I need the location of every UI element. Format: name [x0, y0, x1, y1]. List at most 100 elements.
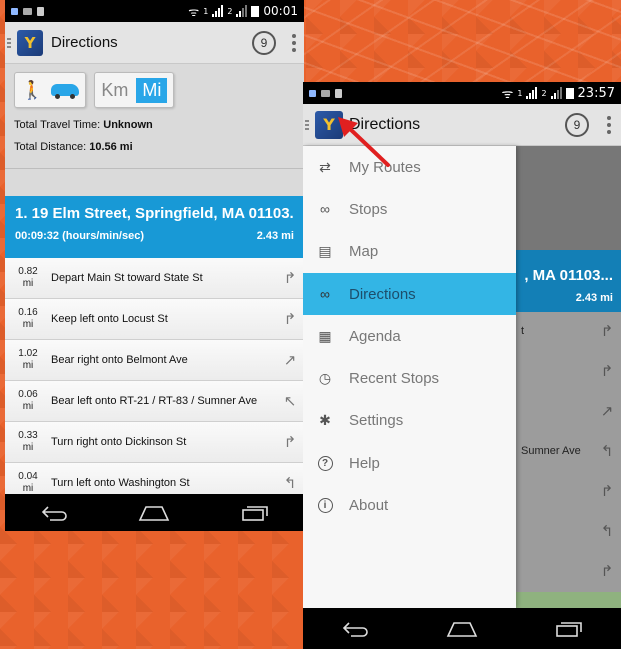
- app-logo-icon[interactable]: Y: [17, 29, 43, 56]
- walk-icon[interactable]: 🚶: [21, 80, 43, 101]
- travel-time-value: Unknown: [103, 119, 153, 131]
- route-distance: 2.43 mi: [256, 230, 294, 242]
- directions-icon: ∞: [320, 286, 330, 303]
- menu-item-label: Settings: [349, 412, 404, 430]
- stops-count-badge[interactable]: 9: [565, 112, 589, 137]
- page-title: Directions: [51, 34, 118, 51]
- status-bar: ᯤ 1 2 23:57: [303, 82, 621, 104]
- turn-arrow-icon: ↖: [283, 393, 297, 410]
- step-distance: 0.33 mi: [18, 430, 38, 453]
- menu-item-label: Stops: [349, 200, 388, 218]
- wifi-icon: ᯤ: [501, 87, 514, 102]
- distance-value: 10.56 mi: [89, 141, 133, 153]
- travel-mode-toggle[interactable]: 🚶: [14, 72, 87, 108]
- notification-icon: [309, 89, 316, 97]
- agenda-icon: ▦: [318, 327, 332, 344]
- menu-item-settings[interactable]: ✱ Settings: [303, 400, 516, 442]
- back-icon[interactable]: [40, 505, 68, 521]
- units-toggle[interactable]: Km Mi: [94, 72, 175, 108]
- phone-directions-screen: ᯤ 1 2 00:01 Y Directions 9 🚶 Km Mi Total…: [5, 0, 304, 531]
- overflow-menu-icon[interactable]: [607, 115, 611, 134]
- menu-item-label: Directions: [349, 285, 416, 303]
- gear-icon: ✱: [319, 412, 331, 429]
- signal-icon: [236, 5, 248, 17]
- notification-icon: [11, 7, 18, 15]
- drawer-indicator-icon[interactable]: [7, 37, 11, 48]
- image-icon: [23, 7, 32, 15]
- menu-item-label: Help: [349, 454, 380, 472]
- stops-icon: ∞: [320, 201, 330, 218]
- signal-icon: [526, 87, 538, 99]
- menu-item-my-routes[interactable]: ⇄ My Routes: [303, 146, 516, 188]
- clock-time: 00:01: [263, 4, 298, 18]
- turn-arrow-icon: ↱: [600, 563, 614, 580]
- direction-step[interactable]: 1.02 mi Bear right onto Belmont Ave ↗: [5, 340, 304, 381]
- stops-count-badge[interactable]: 9: [252, 30, 276, 55]
- recent-apps-icon[interactable]: [241, 505, 269, 521]
- back-icon[interactable]: [340, 621, 370, 637]
- menu-item-stops[interactable]: ∞ Stops: [303, 188, 516, 230]
- overflow-menu-icon[interactable]: [292, 33, 296, 52]
- signal-icon: [550, 87, 562, 99]
- menu-item-directions[interactable]: ∞ Directions: [303, 272, 516, 316]
- km-option[interactable]: Km: [101, 80, 128, 101]
- menu-item-label: About: [349, 497, 389, 515]
- background-map-lines: [300, 0, 621, 90]
- sim1-label: 1: [517, 88, 523, 98]
- clock-time: 23:57: [577, 85, 615, 101]
- turn-arrow-icon: ↰: [600, 443, 614, 460]
- distance-line: Total Distance: 10.56 mi: [14, 141, 133, 153]
- system-nav-bar: [303, 608, 621, 649]
- car-icon[interactable]: [51, 84, 80, 99]
- direction-step[interactable]: 0.82 mi Depart Main St toward State St ↱: [5, 258, 304, 299]
- home-icon[interactable]: [445, 621, 479, 637]
- step-distance: 0.16 mi: [18, 307, 38, 330]
- page-title: Directions: [349, 115, 421, 133]
- turn-arrow-icon: ↗: [283, 352, 297, 369]
- menu-item-map[interactable]: ▤ Map: [303, 231, 516, 273]
- step-distance: 0.06 mi: [18, 389, 38, 412]
- route-preferences: 🚶 Km Mi Total Travel Time: Unknown Total…: [5, 64, 304, 196]
- route-header[interactable]: 1. 19 Elm Street, Springfield, MA 01103.…: [5, 196, 304, 258]
- step-instruction: Turn left onto Washington St: [51, 477, 190, 489]
- directions-list: 0.82 mi Depart Main St toward State St ↱ 0.1…: [5, 258, 304, 531]
- signal-icon: [212, 5, 224, 17]
- direction-step[interactable]: 0.16 mi Keep left onto Locust St ↱: [5, 299, 304, 340]
- mi-option[interactable]: Mi: [136, 77, 168, 103]
- direction-step[interactable]: 0.06 mi Bear left onto RT-21 / RT-83 / Sum…: [5, 381, 304, 422]
- sim2-label: 2: [541, 88, 547, 98]
- home-icon[interactable]: [138, 505, 170, 521]
- menu-item-about[interactable]: i About: [303, 484, 516, 526]
- battery-icon: [565, 87, 574, 99]
- step-distance: 0.04 mi: [18, 471, 38, 494]
- phone-drawer-screen: ᯤ 1 2 23:57 Y Directions 9 , MA 01103...…: [303, 82, 621, 649]
- menu-item-agenda[interactable]: ▦ Agenda: [303, 315, 516, 357]
- menu-item-label: Map: [349, 243, 379, 261]
- step-instruction: Keep left onto Locust St: [51, 313, 168, 325]
- menu-item-recent-stops[interactable]: ◷ Recent Stops: [303, 357, 516, 399]
- step-instruction: Bear right onto Belmont Ave: [51, 354, 188, 366]
- swap-arrows-icon: ⇄: [319, 158, 331, 175]
- menu-item-label: My Routes: [349, 158, 421, 176]
- menu-item-label: Agenda: [349, 327, 401, 345]
- turn-arrow-icon: ↰: [283, 475, 297, 492]
- step-distance: 1.02 mi: [18, 348, 38, 371]
- help-icon: ?: [317, 455, 333, 471]
- menu-item-help[interactable]: ? Help: [303, 442, 516, 484]
- action-bar: Y Directions 9: [303, 104, 621, 146]
- turn-arrow-icon: ↗: [600, 403, 614, 420]
- clock-icon: ◷: [318, 370, 332, 387]
- sim1-label: 1: [203, 6, 209, 16]
- direction-step[interactable]: 0.33 mi Turn right onto Dickinson St ↱: [5, 422, 304, 463]
- turn-arrow-icon: ↰: [600, 523, 614, 540]
- map-icon: ▤: [318, 243, 332, 260]
- app-logo-icon[interactable]: Y: [315, 110, 343, 139]
- sim2-label: 2: [227, 6, 233, 16]
- travel-time-line: Total Travel Time: Unknown: [14, 119, 153, 131]
- barcode-icon: [335, 88, 342, 98]
- action-bar: Y Directions 9: [5, 22, 304, 64]
- drawer-indicator-icon[interactable]: [305, 119, 309, 130]
- image-icon: [321, 89, 330, 97]
- wifi-icon: ᯤ: [188, 4, 200, 19]
- recent-apps-icon[interactable]: [554, 621, 584, 637]
